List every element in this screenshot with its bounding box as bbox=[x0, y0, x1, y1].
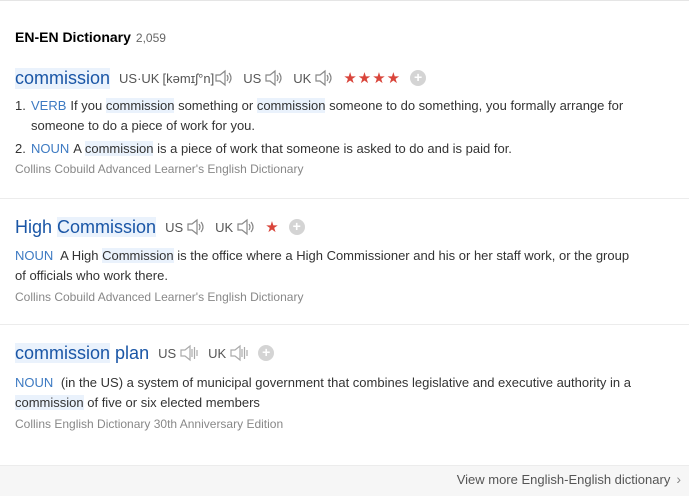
entry-high-commission: High Commission US UK ★ + NOUN A High Co… bbox=[0, 214, 689, 304]
entry-commission-plan: commission plan US UK + NOUN (in the US)… bbox=[0, 340, 689, 431]
dictionary-source: Collins English Dictionary 30th Annivers… bbox=[15, 417, 284, 431]
highlighted-term: commission bbox=[105, 98, 175, 113]
part-of-speech: VERB bbox=[31, 98, 67, 113]
ipa-text: [kəmɪʃ°n] bbox=[162, 70, 215, 86]
def-text: of five or six elected members bbox=[83, 395, 260, 410]
speaker-icon[interactable] bbox=[314, 69, 334, 87]
rating-stars: ★ bbox=[265, 219, 280, 236]
headword-link[interactable]: commission plan bbox=[15, 342, 150, 364]
speaker-icon[interactable] bbox=[186, 218, 206, 236]
highlighted-term: commission bbox=[256, 98, 326, 113]
def-text: someone to do something, you formally ar… bbox=[325, 98, 624, 113]
speaker-icon[interactable] bbox=[264, 69, 284, 87]
headword-link[interactable]: commission bbox=[15, 67, 111, 89]
pron-uk-label: UK bbox=[293, 70, 312, 86]
chevron-right-icon: › bbox=[676, 471, 681, 487]
pron-usuk-label: US·UK bbox=[119, 70, 160, 86]
definition-2: 2. NOUN A commission is a piece of work th… bbox=[0, 139, 689, 159]
def-text: is a piece of work that someone is asked… bbox=[153, 141, 512, 156]
pron-us-label: US bbox=[165, 219, 184, 235]
speaker-icon[interactable] bbox=[229, 344, 249, 362]
headword-part-highlight: commission bbox=[15, 342, 111, 363]
highlighted-term: commission bbox=[84, 141, 154, 156]
result-count: 2,059 bbox=[135, 31, 166, 45]
def-text: A High bbox=[57, 248, 103, 263]
dictionary-header: EN-EN Dictionary 2,059 bbox=[15, 29, 166, 49]
def-text-continued: someone to do a piece of work for you. bbox=[31, 118, 256, 133]
headword-part-highlight: Commission bbox=[57, 216, 157, 237]
def-number: 2. bbox=[15, 141, 26, 156]
rating-stars: ★★★★ bbox=[343, 70, 402, 87]
definition-1: NOUN (in the US) a system of municipal g… bbox=[0, 373, 689, 413]
headword-link[interactable]: High Commission bbox=[15, 216, 157, 238]
view-more-label: View more English-English dictionary bbox=[456, 471, 671, 487]
definition-1: NOUN A High Commission is the office whe… bbox=[0, 246, 689, 286]
pronunciation-uk: UK bbox=[293, 69, 334, 87]
add-icon[interactable]: + bbox=[258, 345, 275, 361]
headword-part: plan bbox=[115, 342, 150, 363]
pron-uk-label: UK bbox=[215, 219, 234, 235]
def-text: A bbox=[73, 141, 85, 156]
top-divider bbox=[0, 0, 689, 1]
pronunciation-us: US bbox=[165, 218, 206, 236]
pronunciation-uk: UK bbox=[215, 218, 256, 236]
entry-divider bbox=[0, 198, 689, 199]
speaker-icon[interactable] bbox=[236, 218, 256, 236]
highlighted-term: commission bbox=[15, 395, 84, 410]
def-text-continued: of officials who work there. bbox=[15, 268, 168, 283]
pronunciation-usuk: US·UK [kəmɪʃ°n] bbox=[119, 69, 234, 87]
part-of-speech: NOUN bbox=[15, 248, 54, 263]
dictionary-title: EN-EN Dictionary bbox=[15, 29, 131, 45]
pron-us-label: US bbox=[158, 345, 177, 361]
def-number: 1. bbox=[15, 98, 26, 113]
pronunciation-us: US bbox=[243, 69, 284, 87]
pron-uk-label: UK bbox=[208, 345, 227, 361]
definition-1: 1. VERB If you commission something or com… bbox=[0, 96, 689, 136]
speaker-icon[interactable] bbox=[214, 69, 234, 87]
def-text: (in the US) a system of municipal govern… bbox=[57, 375, 632, 390]
def-text: is the office where a High Commissioner … bbox=[173, 248, 630, 263]
def-text: If you bbox=[70, 98, 106, 113]
pronunciation-uk: UK bbox=[208, 344, 249, 362]
entry-commission: commission US·UK [kəmɪʃ°n] US UK ★★★★ + … bbox=[0, 65, 689, 176]
part-of-speech: NOUN bbox=[15, 375, 54, 390]
add-icon[interactable]: + bbox=[410, 70, 427, 86]
dictionary-source: Collins Cobuild Advanced Learner's Engli… bbox=[15, 290, 304, 304]
speaker-icon[interactable] bbox=[179, 344, 199, 362]
dictionary-source: Collins Cobuild Advanced Learner's Engli… bbox=[15, 162, 304, 176]
def-text: something or bbox=[174, 98, 257, 113]
view-more-link[interactable]: View more English-English dictionary › bbox=[457, 471, 681, 487]
highlighted-term: Commission bbox=[102, 248, 174, 263]
part-of-speech: NOUN bbox=[31, 141, 70, 156]
add-icon[interactable]: + bbox=[288, 219, 305, 235]
headword-part: High bbox=[15, 216, 53, 237]
pron-us-label: US bbox=[243, 70, 262, 86]
pronunciation-us: US bbox=[158, 344, 199, 362]
entry-divider bbox=[0, 324, 689, 325]
